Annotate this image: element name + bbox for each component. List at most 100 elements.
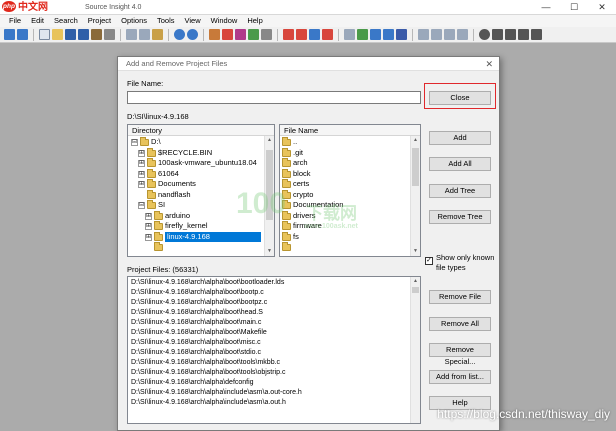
menu-edit[interactable]: Edit: [26, 15, 49, 27]
relation-icon[interactable]: [309, 29, 320, 40]
panel-icon[interactable]: [444, 29, 455, 40]
menu-help[interactable]: Help: [242, 15, 267, 27]
redo-icon[interactable]: [187, 29, 198, 40]
add-from-list-button[interactable]: Add from list...: [429, 370, 491, 384]
expand-icon[interactable]: ⊞: [145, 233, 152, 241]
project-icon[interactable]: [283, 29, 294, 40]
directory-header[interactable]: Directory: [128, 125, 274, 136]
scroll-up-arrow[interactable]: ▲: [411, 277, 420, 286]
remove-tree-button[interactable]: Remove Tree: [429, 210, 491, 224]
remove-all-button[interactable]: Remove All: [429, 317, 491, 331]
expand-icon[interactable]: ⊞: [138, 149, 145, 157]
collapse-icon[interactable]: ⊟: [138, 202, 145, 209]
close-button[interactable]: Close: [429, 91, 491, 105]
list-item[interactable]: D:\SI\linux-4.9.168\arch\alpha\boot\tool…: [131, 358, 280, 367]
paste-icon[interactable]: [152, 29, 163, 40]
jump-icon[interactable]: [261, 29, 272, 40]
expand-icon[interactable]: ⊞: [145, 223, 152, 230]
back-icon[interactable]: [4, 29, 15, 40]
menu-project[interactable]: Project: [83, 15, 116, 27]
list-item[interactable]: D:\SI\linux-4.9.168\arch\alpha\boot\boot…: [131, 278, 284, 287]
project-files-list[interactable]: D:\SI\linux-4.9.168\arch\alpha\boot\boot…: [127, 276, 421, 424]
list-item[interactable]: D:\SI\linux-4.9.168\arch\alpha\boot\head…: [131, 308, 263, 317]
list-item[interactable]: D:\SI\linux-4.9.168\arch\alpha\boot\tool…: [131, 368, 285, 377]
app-title-bar: php 中文网 Source Insight 4.0 — ☐ ✕: [0, 0, 616, 15]
layout-icon[interactable]: [357, 29, 368, 40]
panel-icon[interactable]: [431, 29, 442, 40]
new-file-icon[interactable]: [39, 29, 50, 40]
list-item[interactable]: D:\SI\linux-4.9.168\arch\alpha\defconfig: [131, 378, 254, 387]
file-name-panel[interactable]: File Name .. .git arch block certs crypt…: [279, 124, 421, 257]
scroll-thumb[interactable]: [412, 287, 419, 293]
close-window-button[interactable]: ✕: [588, 0, 616, 15]
file-name-header[interactable]: File Name: [280, 125, 420, 136]
expand-icon[interactable]: ⊞: [138, 170, 145, 178]
tree-item-label: 100ask-vmware_ubuntu18.04: [158, 158, 257, 167]
show-known-types-label[interactable]: Show only known file types: [436, 253, 494, 273]
tree-item-label: D:\: [151, 137, 161, 146]
project-files-scrollbar[interactable]: ▲: [410, 277, 420, 423]
minimize-button[interactable]: —: [532, 0, 560, 15]
save-all-icon[interactable]: [78, 29, 89, 40]
show-known-types-checkbox[interactable]: ✓: [425, 257, 433, 265]
refresh-icon[interactable]: [396, 29, 407, 40]
list-item[interactable]: D:\SI\linux-4.9.168\arch\alpha\include\a…: [131, 388, 302, 397]
settings-icon[interactable]: [479, 29, 490, 40]
menu-search[interactable]: Search: [49, 15, 83, 27]
expand-icon[interactable]: ⊞: [138, 160, 145, 167]
tree-item-label: nandflash: [158, 189, 191, 199]
doc-icon[interactable]: [531, 29, 542, 40]
menu-options[interactable]: Options: [116, 15, 152, 27]
browse-icon[interactable]: [322, 29, 333, 40]
options-icon[interactable]: [505, 29, 516, 40]
tile-icon[interactable]: [383, 29, 394, 40]
collapse-icon[interactable]: ⊟: [131, 139, 138, 146]
add-tree-button[interactable]: Add Tree: [429, 184, 491, 198]
expand-icon[interactable]: ⊞: [145, 212, 152, 220]
menu-tools[interactable]: Tools: [152, 15, 180, 27]
panel-icon[interactable]: [418, 29, 429, 40]
list-item[interactable]: D:\SI\linux-4.9.168\arch\alpha\boot\main…: [131, 318, 261, 327]
list-item[interactable]: D:\SI\linux-4.9.168\arch\alpha\boot\misc…: [131, 338, 261, 347]
bookmark-icon[interactable]: [222, 29, 233, 40]
maximize-button[interactable]: ☐: [560, 0, 588, 15]
save-icon[interactable]: [65, 29, 76, 40]
replace-icon[interactable]: [248, 29, 259, 40]
open-folder-icon[interactable]: [52, 29, 63, 40]
list-item[interactable]: D:\SI\linux-4.9.168\arch\alpha\boot\Make…: [131, 328, 267, 337]
context-icon[interactable]: [296, 29, 307, 40]
file-list-scrollbar[interactable]: ▲ ▼: [410, 136, 420, 256]
sync-icon[interactable]: [492, 29, 503, 40]
list-item[interactable]: D:\SI\linux-4.9.168\arch\alpha\boot\boot…: [131, 298, 267, 307]
file-name-input[interactable]: [127, 91, 421, 104]
menu-window[interactable]: Window: [206, 15, 243, 27]
menu-file[interactable]: File: [4, 15, 26, 27]
copy-icon[interactable]: [139, 29, 150, 40]
add-all-button[interactable]: Add All: [429, 157, 491, 171]
search-icon[interactable]: [209, 29, 220, 40]
symbol-icon[interactable]: [235, 29, 246, 40]
undo-icon[interactable]: [174, 29, 185, 40]
scroll-up-arrow[interactable]: ▲: [265, 136, 274, 145]
add-button[interactable]: Add: [429, 131, 491, 145]
scroll-down-arrow[interactable]: ▼: [265, 247, 274, 256]
edit-icon[interactable]: [91, 29, 102, 40]
list-item[interactable]: D:\SI\linux-4.9.168\arch\alpha\boot\boot…: [131, 288, 264, 297]
scroll-up-arrow[interactable]: ▲: [411, 136, 420, 145]
window-icon[interactable]: [344, 29, 355, 40]
cut-icon[interactable]: [126, 29, 137, 40]
panel-icon[interactable]: [457, 29, 468, 40]
dialog-close-icon[interactable]: ✕: [485, 57, 493, 71]
print-icon[interactable]: [104, 29, 115, 40]
split-icon[interactable]: [370, 29, 381, 40]
list-item[interactable]: D:\SI\linux-4.9.168\arch\alpha\include\a…: [131, 398, 286, 407]
remove-file-button[interactable]: Remove File: [429, 290, 491, 304]
scroll-down-arrow[interactable]: ▼: [411, 247, 420, 256]
grid-icon[interactable]: [518, 29, 529, 40]
list-item[interactable]: D:\SI\linux-4.9.168\arch\alpha\boot\stdi…: [131, 348, 261, 357]
menu-view[interactable]: View: [180, 15, 206, 27]
expand-icon[interactable]: ⊞: [138, 181, 145, 188]
remove-special-button[interactable]: Remove Special...: [429, 343, 491, 366]
forward-icon[interactable]: [17, 29, 28, 40]
scroll-thumb[interactable]: [412, 148, 419, 186]
